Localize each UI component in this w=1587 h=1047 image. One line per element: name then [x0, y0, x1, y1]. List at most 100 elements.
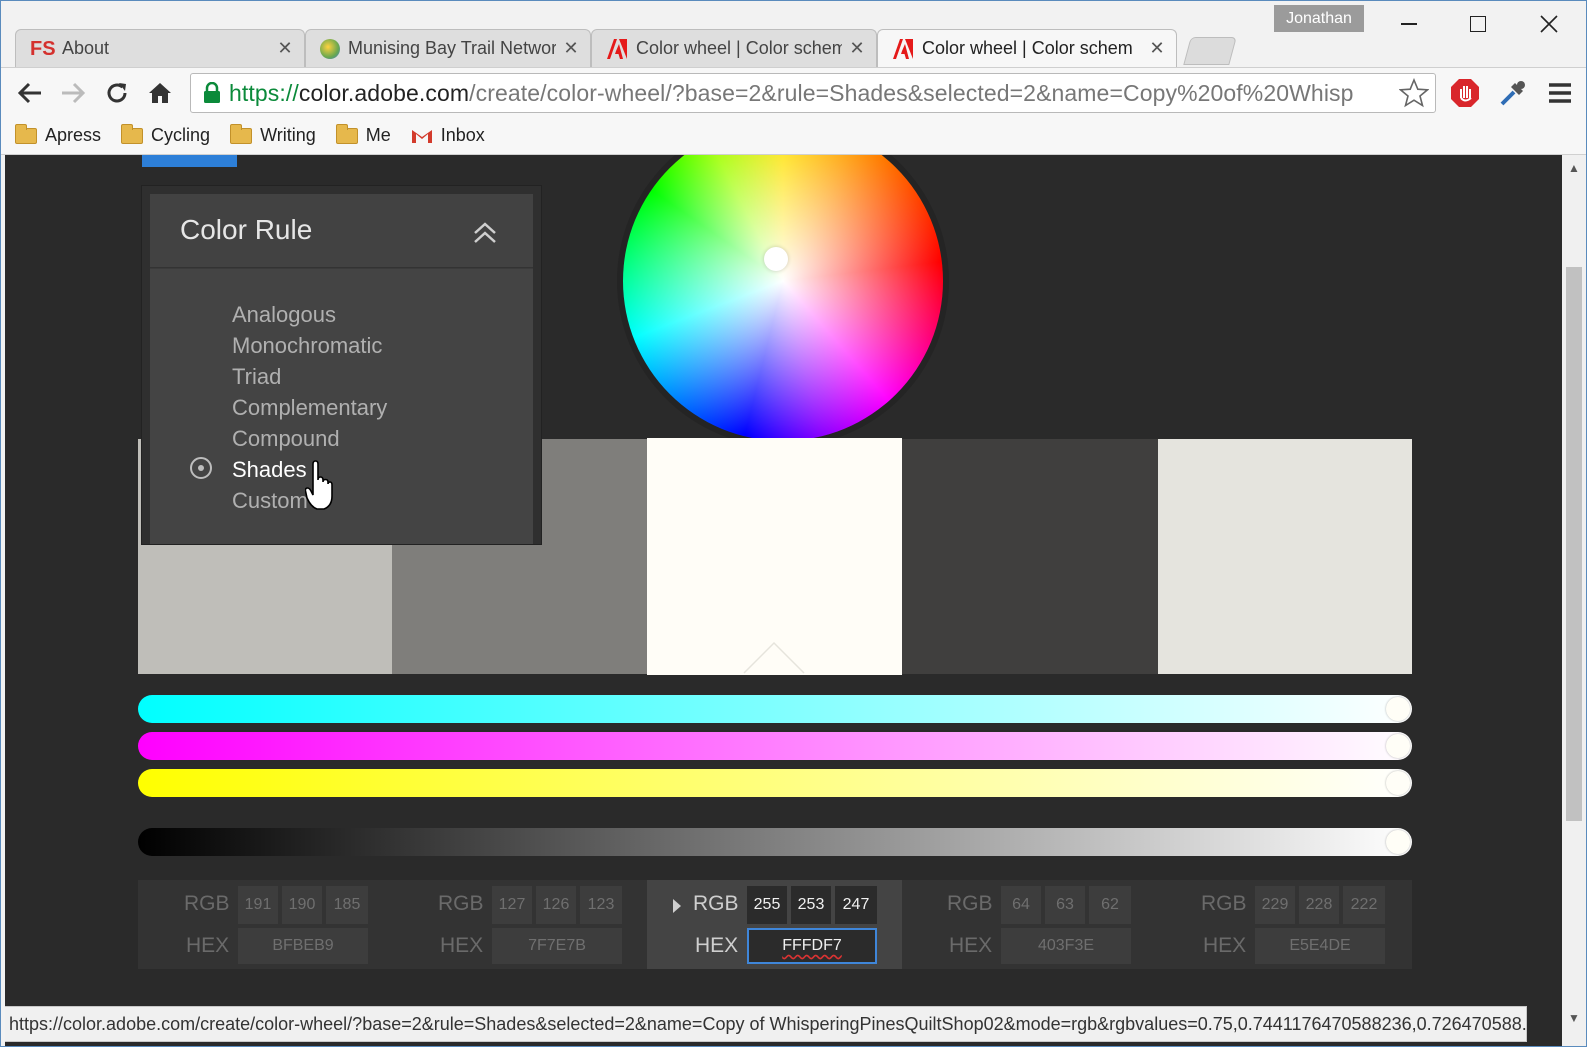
close-icon [1540, 15, 1558, 33]
rule-option-custom[interactable]: Custom [232, 488, 308, 514]
yellow-slider[interactable] [138, 769, 1412, 797]
rule-option-compound[interactable]: Compound [232, 426, 340, 452]
hex-value-field[interactable]: E5E4DE [1255, 928, 1385, 964]
tab-label: About [62, 38, 110, 58]
tab-close-icon[interactable]: ✕ [562, 38, 580, 59]
slider-knob[interactable] [1386, 734, 1410, 758]
rule-option-shades[interactable]: Shades [232, 457, 307, 483]
browser-toolbar: https://color.adobe.com/create/color-whe… [1, 67, 1586, 117]
rule-option-analogous[interactable]: Analogous [232, 302, 336, 328]
folder-icon [230, 123, 253, 144]
color-wheel-handle[interactable] [764, 247, 788, 271]
new-tab-button[interactable] [1183, 37, 1237, 65]
bookmark-cycling[interactable]: Cycling [121, 123, 210, 146]
hex-label: HEX [1203, 934, 1247, 957]
cyan-slider[interactable] [138, 695, 1412, 723]
close-window-button[interactable] [1526, 7, 1572, 41]
red-value-field[interactable]: 127 [492, 886, 532, 924]
gmail-icon [411, 129, 432, 143]
scroll-up-icon[interactable]: ▲ [1562, 161, 1586, 175]
color-values-5: RGB 229 228 222 HEX E5E4DE [1155, 880, 1410, 969]
tab-color-wheel-active[interactable]: Color wheel | Color schem ✕ [877, 29, 1177, 67]
tab-close-icon[interactable]: ✕ [276, 38, 294, 59]
blue-value-field[interactable]: 185 [326, 886, 368, 924]
green-value-field[interactable]: 190 [282, 886, 322, 924]
bookmarks-bar: Apress Cycling Writing Me Inbox [1, 117, 1586, 155]
lock-icon [204, 82, 220, 103]
tab-close-icon[interactable]: ✕ [1148, 38, 1166, 59]
hex-value-field[interactable]: BFBEB9 [238, 928, 368, 964]
hex-value-field[interactable]: FFFDF7 [747, 928, 877, 964]
rgb-label: RGB [693, 892, 739, 915]
blue-value-field[interactable]: 247 [835, 886, 877, 924]
back-button[interactable] [13, 76, 47, 110]
tab-color-wheel-1[interactable]: Color wheel | Color schem ✕ [591, 29, 877, 67]
header-tab-indicator[interactable] [142, 155, 237, 167]
minimize-button[interactable] [1386, 7, 1432, 41]
color-rule-list: Analogous Monochromatic Triad Complement… [150, 269, 533, 544]
url-text: https://color.adobe.com/create/color-whe… [229, 79, 1354, 106]
minimize-icon [1401, 23, 1417, 25]
scrollbar-thumb[interactable] [1566, 267, 1582, 821]
blue-value-field[interactable]: 123 [580, 886, 622, 924]
green-value-field[interactable]: 228 [1299, 886, 1339, 924]
tab-munising[interactable]: Munising Bay Trail Networ ✕ [305, 29, 591, 67]
color-values-4: RGB 64 63 62 HEX 403F3E [901, 880, 1156, 969]
maximize-icon [1470, 16, 1486, 32]
tab-close-icon[interactable]: ✕ [848, 38, 866, 59]
rule-option-triad[interactable]: Triad [232, 364, 281, 390]
blue-value-field[interactable]: 222 [1343, 886, 1385, 924]
reload-button[interactable] [100, 76, 134, 110]
globe-favicon-icon [320, 38, 340, 59]
bookmark-me[interactable]: Me [335, 123, 391, 146]
profile-badge[interactable]: Jonathan [1274, 5, 1364, 32]
home-button[interactable] [143, 76, 177, 110]
green-value-field[interactable]: 126 [536, 886, 576, 924]
red-value-field[interactable]: 229 [1255, 886, 1295, 924]
vertical-scrollbar[interactable]: ▲ ▼ [1562, 155, 1586, 1046]
play-triangle-icon[interactable] [673, 899, 681, 913]
hex-value-field[interactable]: 403F3E [1001, 928, 1131, 964]
selected-radio-icon [190, 457, 212, 479]
rgb-label: RGB [438, 892, 484, 915]
bookmark-apress[interactable]: Apress [15, 123, 101, 146]
double-chevron-up-icon[interactable] [472, 220, 498, 246]
back-arrow-icon [17, 82, 41, 104]
browser-menu-button[interactable] [1544, 77, 1576, 109]
bookmark-star-icon[interactable] [1399, 78, 1429, 108]
maximize-button[interactable] [1455, 7, 1501, 41]
forward-button[interactable] [56, 76, 90, 110]
slider-knob[interactable] [1386, 697, 1410, 721]
green-value-field[interactable]: 63 [1045, 886, 1085, 924]
hex-value-field[interactable]: 7F7E7B [492, 928, 622, 964]
blue-value-field[interactable]: 62 [1089, 886, 1131, 924]
rule-option-monochromatic[interactable]: Monochromatic [232, 333, 382, 359]
address-bar[interactable]: https://color.adobe.com/create/color-whe… [190, 73, 1436, 113]
color-wheel[interactable] [623, 155, 943, 441]
green-value-field[interactable]: 253 [791, 886, 831, 924]
tab-label: Color wheel | Color schem [636, 38, 842, 58]
red-value-field[interactable]: 64 [1001, 886, 1041, 924]
tab-label: Munising Bay Trail Networ [348, 38, 556, 58]
red-value-field[interactable]: 255 [747, 886, 787, 924]
tab-about[interactable]: FS About ✕ [15, 29, 305, 67]
bookmark-writing[interactable]: Writing [230, 123, 316, 146]
magenta-slider[interactable] [138, 732, 1412, 760]
rgb-label: RGB [184, 892, 230, 915]
adblock-extension-button[interactable] [1449, 77, 1481, 109]
color-swatch-5[interactable] [1158, 439, 1412, 674]
adobe-favicon-icon [606, 38, 628, 60]
color-rule-header[interactable]: Color Rule [150, 194, 533, 268]
color-swatch-4[interactable] [902, 439, 1158, 674]
eyedropper-extension-button[interactable] [1497, 77, 1529, 109]
slider-knob[interactable] [1386, 771, 1410, 795]
slider-knob[interactable] [1386, 830, 1410, 854]
bookmark-inbox[interactable]: Inbox [411, 125, 485, 146]
brightness-slider[interactable] [138, 828, 1412, 856]
red-value-field[interactable]: 191 [238, 886, 278, 924]
scroll-down-icon[interactable]: ▼ [1562, 1011, 1586, 1025]
folder-icon [121, 123, 144, 144]
rule-option-complementary[interactable]: Complementary [232, 395, 387, 421]
hex-label: HEX [440, 934, 484, 957]
forward-arrow-icon [62, 82, 86, 104]
